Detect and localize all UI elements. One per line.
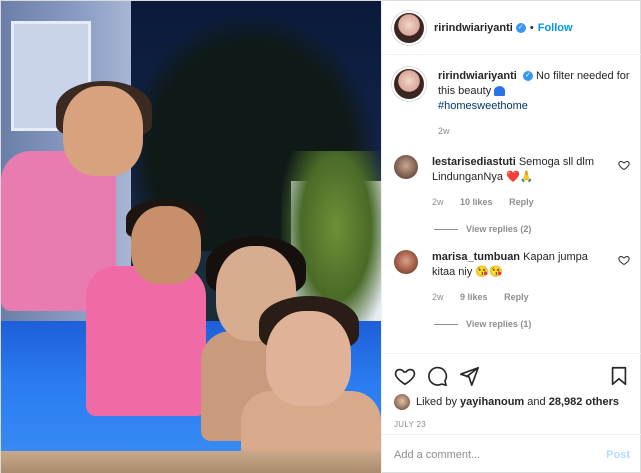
- comment-body: marisa_tumbuan Kapan jumpa kitaa niy 😘😘 …: [432, 250, 612, 305]
- comment-likes[interactable]: 10 likes: [460, 197, 493, 207]
- verified-badge-icon: ✓: [522, 71, 533, 82]
- photo-person-2-body: [86, 266, 206, 416]
- commenter-username[interactable]: marisa_tumbuan: [432, 251, 520, 263]
- comment-body: lestarisediastuti Semoga sll dlm Lindung…: [432, 155, 612, 210]
- verified-badge-icon: ✓: [515, 22, 526, 33]
- action-icons-row: [394, 362, 630, 390]
- reply-button[interactable]: Reply: [509, 197, 534, 207]
- others-count[interactable]: 28,982 others: [549, 396, 619, 408]
- comment-emoji: ❤️🙏: [506, 171, 534, 183]
- commenter-username[interactable]: lestarisediastuti: [432, 156, 516, 168]
- share-icon[interactable]: [458, 365, 480, 387]
- comment-age[interactable]: 2w: [432, 197, 444, 207]
- comments-scroll-area[interactable]: ririndwiariyanti ✓ No filter needed for …: [382, 55, 641, 351]
- liked-by-label: Liked by: [416, 396, 461, 408]
- comment-heart-icon[interactable]: [618, 254, 630, 266]
- view-replies-button[interactable]: View replies (2): [434, 224, 630, 234]
- post-actions: Liked by yayihanoum and 28,982 others JU…: [382, 353, 641, 429]
- view-replies-label: View replies (1): [466, 319, 532, 329]
- and-label: and: [527, 396, 549, 408]
- liker-avatar[interactable]: [394, 394, 410, 410]
- likes-summary: Liked by yayihanoum and 28,982 others: [394, 394, 630, 410]
- add-comment-bar: Post: [382, 434, 641, 473]
- photo-person-2-face: [131, 206, 201, 284]
- comment-icon[interactable]: [426, 365, 448, 387]
- comment-input[interactable]: [394, 448, 607, 461]
- view-replies-button[interactable]: View replies (1): [434, 319, 630, 329]
- view-replies-line: [434, 228, 458, 230]
- photo-person-1-face: [63, 86, 143, 176]
- comment-emoji: 😘😘: [475, 266, 503, 278]
- author-username[interactable]: ririndwiariyanti: [434, 22, 513, 34]
- blue-heart-icon: [494, 86, 506, 97]
- comment-age[interactable]: 2w: [432, 292, 444, 302]
- follow-button[interactable]: Follow: [538, 22, 573, 34]
- post-header: ririndwiariyanti ✓ • Follow: [382, 1, 641, 55]
- caption-text-block: ririndwiariyanti ✓ No filter needed for …: [438, 69, 630, 139]
- photo-pool-ledge: [1, 451, 381, 473]
- instagram-post-modal: ririndwiariyanti ✓ • Follow ririndwiariy…: [0, 0, 641, 473]
- commenter-avatar[interactable]: [394, 250, 418, 274]
- photo-person-4-face: [266, 311, 351, 406]
- post-sidebar: ririndwiariyanti ✓ • Follow ririndwiariy…: [381, 1, 641, 473]
- bookmark-icon[interactable]: [608, 365, 630, 387]
- comment-meta: 2w 10 likes Reply: [432, 195, 612, 210]
- caption: ririndwiariyanti ✓ No filter needed for …: [394, 69, 630, 139]
- comment-heart-icon[interactable]: [618, 159, 630, 171]
- caption-username[interactable]: ririndwiariyanti: [438, 70, 517, 82]
- comment-item: marisa_tumbuan Kapan jumpa kitaa niy 😘😘 …: [394, 250, 630, 305]
- post-comment-button[interactable]: Post: [606, 449, 630, 461]
- post-date[interactable]: JULY 23: [394, 420, 630, 429]
- view-replies-label: View replies (2): [466, 224, 532, 234]
- comment-item: lestarisediastuti Semoga sll dlm Lindung…: [394, 155, 630, 210]
- post-photo[interactable]: [1, 1, 381, 473]
- comment-likes[interactable]: 9 likes: [460, 292, 488, 302]
- caption-author-avatar[interactable]: [394, 69, 424, 99]
- caption-hashtag[interactable]: #homesweethome: [438, 100, 528, 112]
- view-replies-line: [434, 323, 458, 325]
- caption-meta: 2w: [438, 124, 630, 139]
- caption-age[interactable]: 2w: [438, 126, 450, 136]
- comment-meta: 2w 9 likes Reply: [432, 290, 612, 305]
- likes-text: Liked by yayihanoum and 28,982 others: [416, 396, 619, 408]
- commenter-avatar[interactable]: [394, 155, 418, 179]
- liked-by-username[interactable]: yayihanoum: [460, 396, 524, 408]
- reply-button[interactable]: Reply: [504, 292, 529, 302]
- heart-icon[interactable]: [394, 365, 416, 387]
- author-avatar[interactable]: [394, 12, 424, 43]
- separator-dot: •: [529, 21, 534, 34]
